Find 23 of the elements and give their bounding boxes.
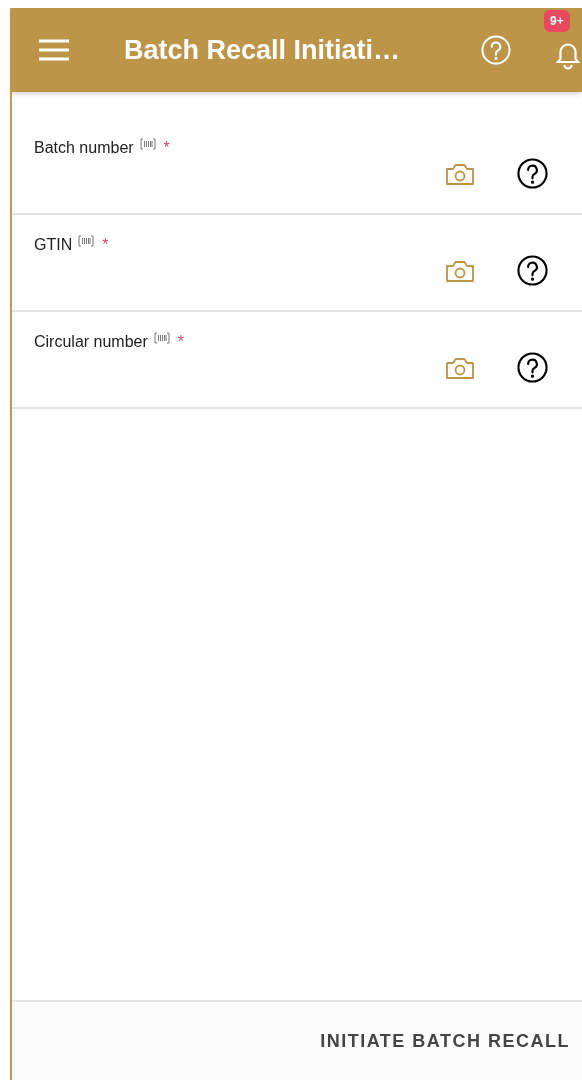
field-label: Circular number	[34, 332, 148, 352]
camera-icon[interactable]	[445, 161, 475, 186]
initiate-recall-button[interactable]: INITIATE BATCH RECALL	[316, 1027, 574, 1055]
form-field[interactable]: GTIN *	[12, 215, 582, 312]
camera-icon[interactable]	[445, 355, 475, 380]
field-label: GTIN	[34, 235, 73, 255]
bell-icon[interactable]	[554, 40, 582, 70]
form-field[interactable]: Circular number *	[12, 312, 582, 409]
barcode-icon	[153, 332, 170, 344]
help-icon[interactable]	[517, 255, 548, 286]
required-mark: *	[177, 332, 185, 352]
required-mark: *	[102, 235, 109, 255]
barcode-icon	[78, 235, 95, 247]
help-icon[interactable]	[517, 158, 548, 189]
notification-badge: 9+	[544, 10, 570, 32]
field-label: Batch number	[34, 138, 134, 158]
help-icon[interactable]	[517, 352, 548, 383]
form-field[interactable]: Batch number *	[12, 116, 582, 215]
camera-icon[interactable]	[445, 258, 475, 283]
required-mark: *	[163, 138, 170, 158]
page-title: Batch Recall Initiati…	[124, 33, 401, 67]
barcode-icon	[139, 138, 156, 150]
menu-icon[interactable]	[38, 39, 70, 61]
